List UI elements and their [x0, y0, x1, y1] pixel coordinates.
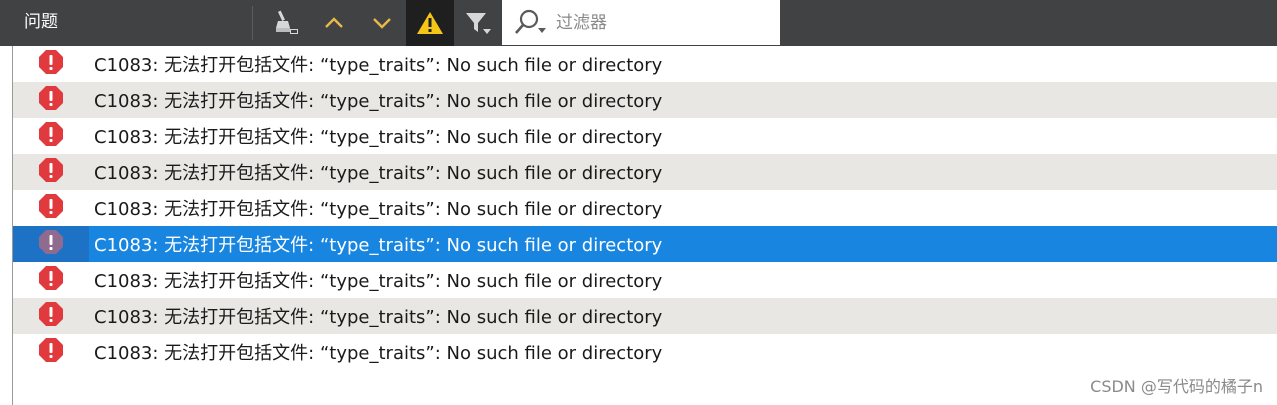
issue-row[interactable]: C1083: 无法打开包括文件: “type_traits”: No such …	[13, 226, 1277, 262]
issue-message: C1083: 无法打开包括文件: “type_traits”: No such …	[94, 271, 663, 292]
previous-item-button[interactable]	[310, 0, 358, 46]
issue-message: C1083: 无法打开包括文件: “type_traits”: No such …	[94, 199, 663, 220]
issue-icon-cell	[13, 298, 89, 334]
error-icon	[38, 121, 64, 151]
issue-row[interactable]: C1083: 无法打开包括文件: “type_traits”: No such …	[13, 262, 1277, 298]
error-icon	[38, 85, 64, 115]
issues-list: C1083: 无法打开包括文件: “type_traits”: No such …	[13, 46, 1277, 370]
filter-input[interactable]	[556, 12, 756, 33]
chevron-down-icon	[370, 11, 394, 35]
chevron-up-icon	[322, 11, 346, 35]
issue-icon-cell	[13, 46, 89, 82]
next-item-button[interactable]	[358, 0, 406, 46]
search-icon[interactable]	[514, 8, 550, 38]
error-icon	[38, 337, 64, 367]
issue-row[interactable]: C1083: 无法打开包括文件: “type_traits”: No such …	[13, 46, 1277, 82]
warning-icon	[416, 10, 444, 36]
filter-button[interactable]	[454, 0, 502, 46]
clear-icon	[271, 8, 301, 38]
issue-row[interactable]: C1083: 无法打开包括文件: “type_traits”: No such …	[13, 154, 1277, 190]
left-gutter	[0, 46, 12, 405]
issue-row[interactable]: C1083: 无法打开包括文件: “type_traits”: No such …	[13, 334, 1277, 370]
error-icon	[38, 193, 64, 223]
filter-box	[502, 0, 780, 45]
show-warnings-toggle[interactable]	[406, 0, 454, 46]
error-icon	[38, 265, 64, 295]
clear-button[interactable]	[262, 0, 310, 46]
issue-message: C1083: 无法打开包括文件: “type_traits”: No such …	[94, 127, 663, 148]
watermark: CSDN @写代码的橘子n	[1090, 377, 1263, 396]
issue-icon-cell	[13, 334, 89, 370]
error-icon	[38, 49, 64, 79]
panel-title: 问题	[24, 12, 58, 32]
issue-icon-cell	[13, 82, 89, 118]
error-icon	[38, 301, 64, 331]
issue-message: C1083: 无法打开包括文件: “type_traits”: No such …	[94, 343, 663, 364]
issues-toolbar: 问题	[0, 0, 1277, 46]
error-icon	[38, 229, 64, 259]
issue-icon-cell	[13, 118, 89, 154]
issue-row[interactable]: C1083: 无法打开包括文件: “type_traits”: No such …	[13, 190, 1277, 226]
issue-message: C1083: 无法打开包括文件: “type_traits”: No such …	[94, 55, 663, 76]
error-icon	[38, 157, 64, 187]
issue-icon-cell	[13, 190, 89, 226]
issue-row[interactable]: C1083: 无法打开包括文件: “type_traits”: No such …	[13, 118, 1277, 154]
issue-row[interactable]: C1083: 无法打开包括文件: “type_traits”: No such …	[13, 82, 1277, 118]
issue-message: C1083: 无法打开包括文件: “type_traits”: No such …	[94, 235, 663, 256]
issue-row[interactable]: C1083: 无法打开包括文件: “type_traits”: No such …	[13, 298, 1277, 334]
issue-icon-cell	[13, 226, 89, 262]
issue-message: C1083: 无法打开包括文件: “type_traits”: No such …	[94, 163, 663, 184]
toolbar-separator	[252, 6, 253, 40]
issue-icon-cell	[13, 154, 89, 190]
issue-message: C1083: 无法打开包括文件: “type_traits”: No such …	[94, 307, 663, 328]
issue-icon-cell	[13, 262, 89, 298]
issue-message: C1083: 无法打开包括文件: “type_traits”: No such …	[94, 91, 663, 112]
filter-icon	[463, 9, 493, 37]
